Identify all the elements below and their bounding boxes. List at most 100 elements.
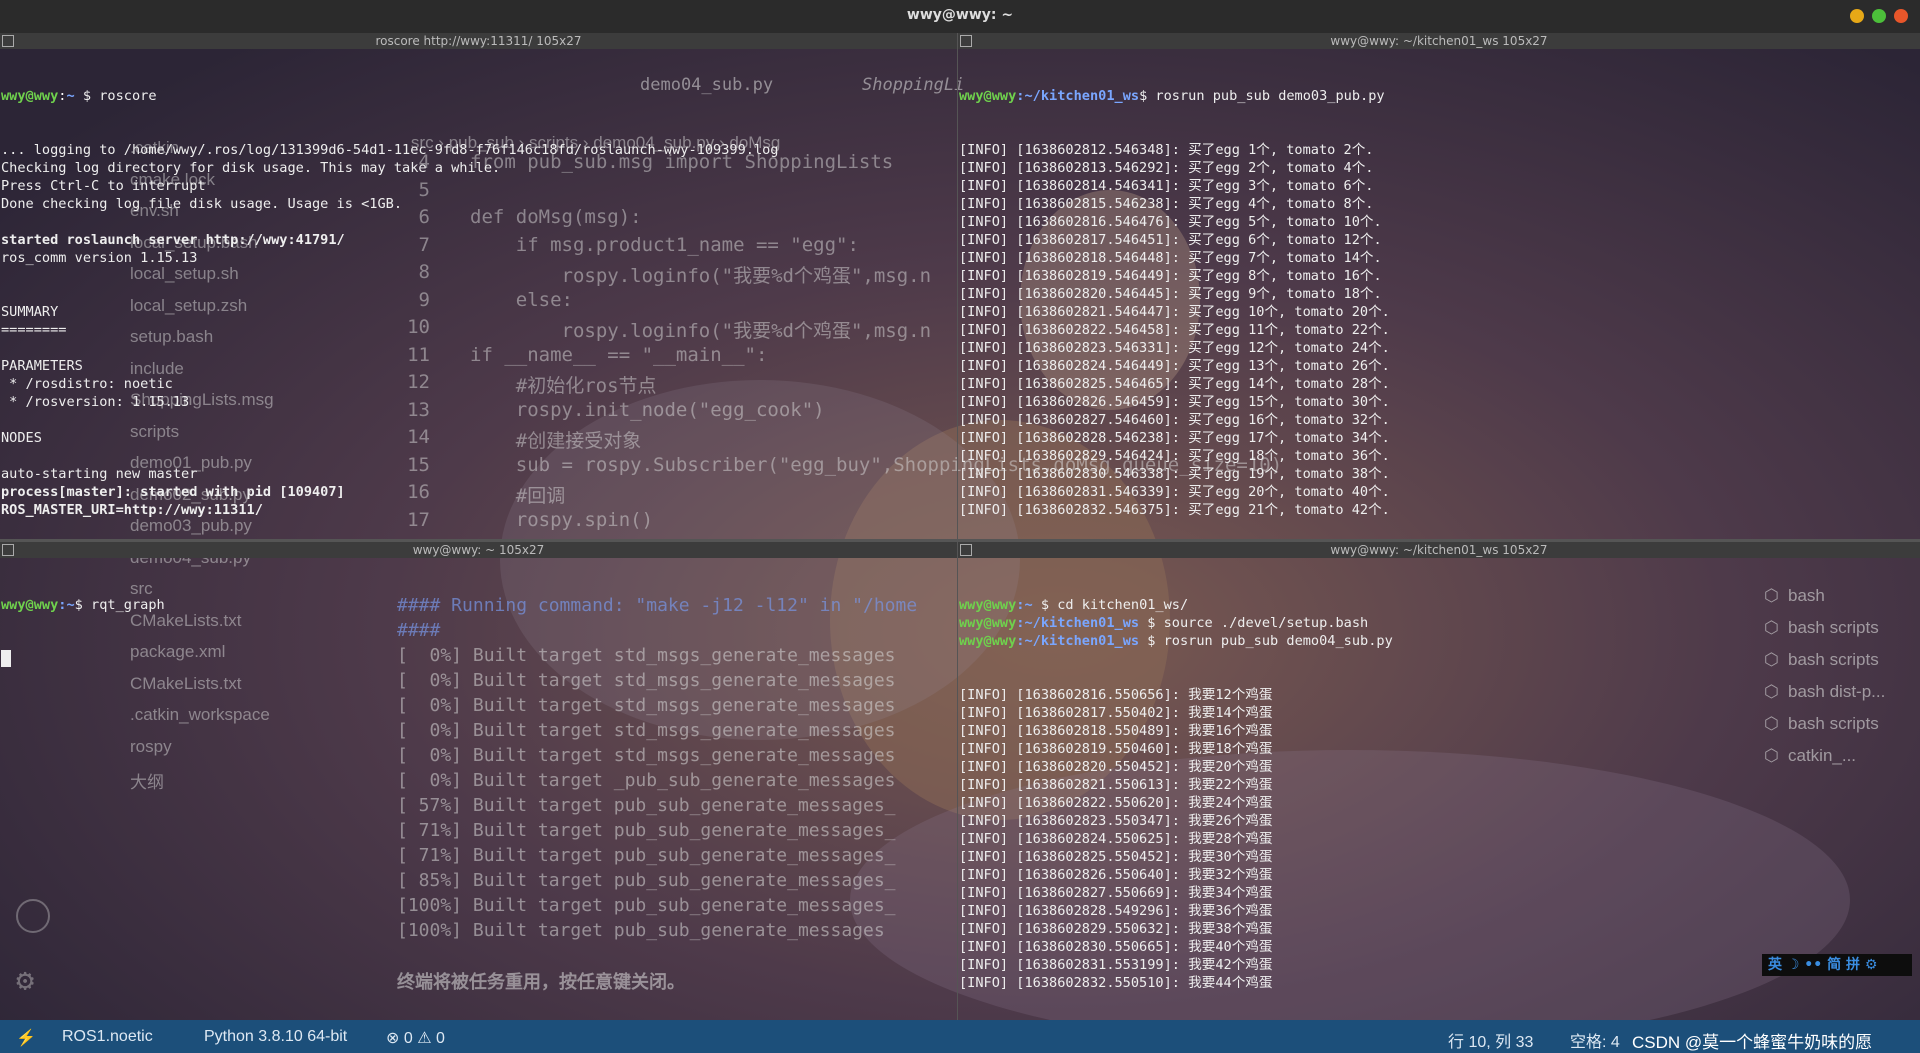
pane-header: wwy@wwy: ~ 105x27	[0, 542, 957, 558]
log-line: [INFO] [1638602822.550620]: 我要24个鸡蛋	[959, 795, 1273, 811]
window-title: wwy@wwy: ~	[906, 7, 1014, 23]
log-line: [INFO] [1638602819.550460]: 我要18个鸡蛋	[959, 741, 1273, 757]
indentation[interactable]: 空格: 4	[1570, 1028, 1620, 1052]
log-line: [INFO] [1638602830.546338]: 买了egg 19个, t…	[959, 466, 1390, 482]
pane-menu-icon[interactable]	[960, 544, 972, 556]
prompt-path: :~/kitchen01_ws	[1016, 633, 1140, 649]
log-line: [INFO] [1638602819.546449]: 买了egg 8个, to…	[959, 268, 1382, 284]
prompt-path: :~	[1016, 597, 1033, 613]
pane-divider-horizontal[interactable]	[0, 539, 1920, 542]
output-line: Done checking log file disk usage. Usage…	[1, 196, 403, 212]
output-line: PARAMETERS	[1, 358, 83, 374]
terminal-pane-publisher[interactable]: wwy@wwy: ~/kitchen01_ws 105x27 wwy@wwy:~…	[958, 33, 1920, 539]
log-line: [INFO] [1638602814.546341]: 买了egg 3个, to…	[959, 178, 1374, 194]
pane-title: wwy@wwy: ~/kitchen01_ws 105x27	[1330, 34, 1548, 48]
window-titlebar: wwy@wwy: ~	[0, 0, 1920, 33]
pane-title: wwy@wwy: ~/kitchen01_ws 105x27	[1330, 543, 1548, 557]
log-line: [INFO] [1638602812.546348]: 买了egg 1个, to…	[959, 142, 1374, 158]
log-line: [INFO] [1638602820.546445]: 买了egg 9个, to…	[959, 286, 1382, 302]
ime-toolbar[interactable]: 英 ☽ •• 简 拼 ⚙	[1762, 954, 1912, 976]
output-line: Press Ctrl-C to interrupt	[1, 178, 206, 194]
output-line: ROS_MASTER_URI=http://wwy:11311/	[1, 502, 263, 518]
cursor-line	[1, 650, 957, 668]
close-button[interactable]	[1894, 9, 1908, 23]
log-line: [INFO] [1638602822.546458]: 买了egg 11个, t…	[959, 322, 1390, 338]
problems-count[interactable]: ⊗ 0 ⚠ 0	[386, 1028, 445, 1048]
command-text: $ rqt_graph	[74, 597, 165, 613]
ros-status[interactable]: ROS1.noetic	[62, 1028, 153, 1046]
command-text: $ roscore	[82, 88, 157, 104]
cursor-position[interactable]: 行 10, 列 33	[1448, 1028, 1533, 1052]
prompt-line: wwy@wwy:~/kitchen01_ws$ rosrun pub_sub d…	[959, 87, 1920, 105]
terminal-pane-roscore[interactable]: roscore http://wwy:11311/ 105x27 wwy@wwy…	[0, 33, 957, 539]
log-line: [INFO] [1638602823.546331]: 买了egg 12个, t…	[959, 340, 1390, 356]
output-line: Checking log directory for disk usage. T…	[1, 160, 501, 176]
pane-header: roscore http://wwy:11311/ 105x27	[0, 33, 957, 49]
log-line: [INFO] [1638602821.550613]: 我要22个鸡蛋	[959, 777, 1273, 793]
log-line: [INFO] [1638602825.550452]: 我要30个鸡蛋	[959, 849, 1273, 865]
prompt-path: :~/kitchen01_ws	[1016, 88, 1140, 104]
prompt-line: wwy@wwy:~/kitchen01_ws $ source ./devel/…	[959, 614, 1920, 632]
watermark-text: CSDN @莫一个蜂蜜牛奶味的愿	[1632, 1033, 1873, 1052]
command-text: $ cd kitchen01_ws/	[1040, 597, 1189, 613]
log-line: [INFO] [1638602832.550510]: 我要44个鸡蛋	[959, 975, 1273, 991]
maximize-button[interactable]	[1872, 9, 1886, 23]
log-line: [INFO] [1638602824.546449]: 买了egg 13个, t…	[959, 358, 1390, 374]
prompt-lines: wwy@wwy:~ $ cd kitchen01_ws/wwy@wwy:~/ki…	[959, 596, 1920, 650]
prompt-user: wwy@wwy	[1, 88, 59, 104]
log-line: [INFO] [1638602818.546448]: 买了egg 7个, to…	[959, 250, 1382, 266]
log-line: [INFO] [1638602820.550452]: 我要20个鸡蛋	[959, 759, 1273, 775]
prompt-user: wwy@wwy	[1, 597, 59, 613]
log-line: [INFO] [1638602829.546424]: 买了egg 18个, t…	[959, 448, 1390, 464]
pane-divider-vertical[interactable]	[957, 33, 958, 1020]
output-line: ... logging to /home/wwy/.ros/log/131399…	[1, 142, 779, 158]
pane-menu-icon[interactable]	[2, 35, 14, 47]
log-line: [INFO] [1638602829.550632]: 我要38个鸡蛋	[959, 921, 1273, 937]
log-line: [INFO] [1638602831.546339]: 买了egg 20个, t…	[959, 484, 1390, 500]
pane-menu-icon[interactable]	[2, 544, 14, 556]
output-lines: ... logging to /home/wwy/.ros/log/131399…	[1, 141, 957, 539]
output-line: SUMMARY	[1, 304, 59, 320]
log-line: [INFO] [1638602813.546292]: 买了egg 2个, to…	[959, 160, 1374, 176]
log-line: [INFO] [1638602818.550489]: 我要16个鸡蛋	[959, 723, 1273, 739]
log-line: [INFO] [1638602817.546451]: 买了egg 6个, to…	[959, 232, 1382, 248]
log-line: [INFO] [1638602828.546238]: 买了egg 17个, t…	[959, 430, 1390, 446]
output-line: * /rosdistro: noetic	[1, 376, 173, 392]
output-line: NODES	[1, 430, 42, 446]
log-line: [INFO] [1638602815.546238]: 买了egg 4个, to…	[959, 196, 1374, 212]
log-line: [INFO] [1638602827.550669]: 我要34个鸡蛋	[959, 885, 1273, 901]
log-line: [INFO] [1638602825.546465]: 买了egg 14个, t…	[959, 376, 1390, 392]
terminal-output: wwy@wwy:~/kitchen01_ws$ rosrun pub_sub d…	[959, 51, 1920, 539]
pane-title: roscore http://wwy:11311/ 105x27	[375, 34, 582, 48]
log-line: [INFO] [1638602826.546459]: 买了egg 15个, t…	[959, 394, 1390, 410]
prompt-line: wwy@wwy:~$ rqt_graph	[1, 596, 957, 614]
output-line: * /rosversion: 1.15.13	[1, 394, 190, 410]
prompt-user: wwy@wwy	[959, 615, 1017, 631]
output-line: ========	[1, 322, 67, 338]
minimize-button[interactable]	[1850, 9, 1864, 23]
remote-icon[interactable]: ⚡	[16, 1028, 36, 1048]
terminal-pane-subscriber[interactable]: wwy@wwy: ~/kitchen01_ws 105x27 wwy@wwy:~…	[958, 542, 1920, 1020]
log-line: [INFO] [1638602826.550640]: 我要32个鸡蛋	[959, 867, 1273, 883]
output-line: ros_comm version 1.15.13	[1, 250, 198, 266]
prompt-line: wwy@wwy:~ $ cd kitchen01_ws/	[959, 596, 1920, 614]
prompt-path: :~/kitchen01_ws	[1016, 615, 1140, 631]
prompt-user: wwy@wwy	[959, 633, 1017, 649]
pane-header: wwy@wwy: ~/kitchen01_ws 105x27	[958, 542, 1920, 558]
pane-title: wwy@wwy: ~ 105x27	[412, 543, 545, 557]
pane-header: wwy@wwy: ~/kitchen01_ws 105x27	[958, 33, 1920, 49]
log-line: [INFO] [1638602827.546460]: 买了egg 16个, t…	[959, 412, 1390, 428]
output-line: started roslaunch server http://wwy:4179…	[1, 232, 345, 248]
pane-menu-icon[interactable]	[960, 35, 972, 47]
python-interpreter[interactable]: Python 3.8.10 64-bit	[204, 1028, 347, 1046]
log-line: [INFO] [1638602816.546476]: 买了egg 5个, to…	[959, 214, 1382, 230]
log-line: [INFO] [1638602823.550347]: 我要26个鸡蛋	[959, 813, 1273, 829]
terminal-pane-rqt[interactable]: wwy@wwy: ~ 105x27 wwy@wwy:~$ rqt_graph	[0, 542, 957, 1020]
prompt-path: ~	[66, 88, 75, 104]
